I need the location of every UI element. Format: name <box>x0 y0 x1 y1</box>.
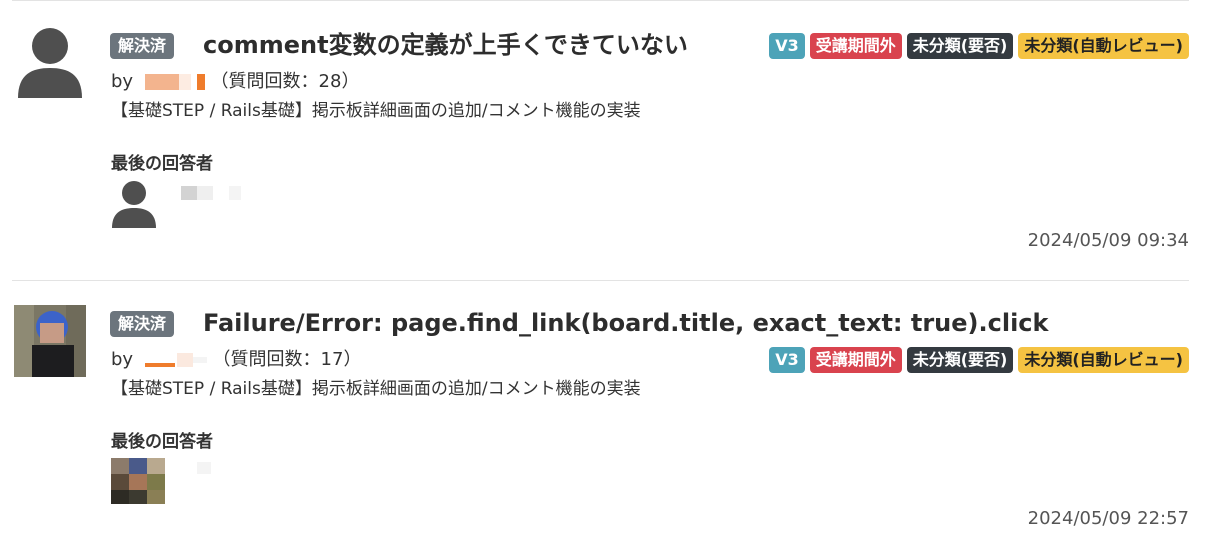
post-date: 2024/05/09 09:34 <box>1027 230 1189 251</box>
item-divider <box>12 280 1189 281</box>
user-avatar-icon[interactable] <box>14 24 86 98</box>
answerer-avatar-icon <box>112 181 156 228</box>
tag-list: V3 受講期間外 未分類(要否) 未分類(自動レビュー) <box>769 347 1189 373</box>
last-answerer-label: 最後の回答者 <box>111 432 213 452</box>
byline: by （質問回数：17） <box>111 348 361 372</box>
status-badge: 解決済 <box>110 311 175 337</box>
author-name-redacted[interactable] <box>144 74 179 90</box>
question-title[interactable]: Failure/Error: page.find_link(board.titl… <box>203 308 1049 338</box>
tag-uncategorized-need: 未分類(要否) <box>906 347 1014 373</box>
tag-list: V3 受講期間外 未分類(要否) 未分類(自動レビュー) <box>769 33 1189 59</box>
course-name: 【基礎STEP / Rails基礎】掲示板詳細画面の追加/コメント機能の実装 <box>111 101 641 121</box>
author-name-redacted[interactable] <box>144 363 175 367</box>
course-name: 【基礎STEP / Rails基礎】掲示板詳細画面の追加/コメント機能の実装 <box>111 379 641 399</box>
tag-v3: V3 <box>769 347 805 373</box>
top-divider <box>12 0 1189 1</box>
tag-uncategorized-auto-review: 未分類(自動レビュー) <box>1018 33 1189 59</box>
tag-v3: V3 <box>769 33 805 59</box>
answerer-avatar-photo <box>111 458 165 504</box>
answerer-name-redacted <box>197 462 211 474</box>
tag-uncategorized-auto-review: 未分類(自動レビュー) <box>1018 347 1189 373</box>
question-title[interactable]: comment変数の定義が上手くできていない <box>203 30 688 60</box>
question-count: （質問回数：28） <box>210 71 360 92</box>
question-count: （質問回数：17） <box>212 349 362 370</box>
by-label: by <box>111 349 134 370</box>
tag-out-of-period: 受講期間外 <box>809 347 902 373</box>
post-date: 2024/05/09 22:57 <box>1027 508 1189 529</box>
user-avatar-photo[interactable] <box>14 305 86 377</box>
byline: by （質問回数：28） <box>111 70 359 94</box>
tag-uncategorized-need: 未分類(要否) <box>906 33 1014 59</box>
tag-out-of-period: 受講期間外 <box>809 33 902 59</box>
by-label: by <box>111 71 134 92</box>
last-answerer-label: 最後の回答者 <box>111 154 213 174</box>
status-badge: 解決済 <box>110 33 175 59</box>
answerer-name-redacted <box>181 186 197 200</box>
